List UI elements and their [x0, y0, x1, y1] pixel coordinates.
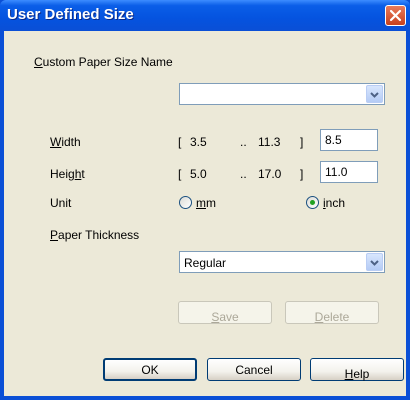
height-min: 5.0	[190, 167, 207, 181]
width-range-sep: ..	[240, 135, 247, 149]
paper-size-name-dropdown-button[interactable]	[366, 85, 383, 103]
height-input[interactable]: 11.0	[320, 161, 378, 183]
radio-selected-dot	[310, 200, 315, 205]
unit-mm-radio[interactable]	[179, 196, 192, 209]
chevron-down-icon	[370, 260, 379, 266]
height-range-close: ]	[300, 167, 304, 181]
paper-thickness-label: Paper Thickness	[50, 228, 140, 242]
close-button[interactable]	[385, 5, 406, 26]
dialog-body: Custom Paper Size Name Width [ 3.5 .. 11…	[4, 31, 406, 396]
height-range-sep: ..	[240, 167, 247, 181]
height-range-open: [	[178, 167, 182, 181]
paper-thickness-value: Regular	[184, 256, 227, 270]
width-min: 3.5	[190, 135, 207, 149]
close-icon	[389, 9, 402, 22]
width-max: 11.3	[258, 135, 281, 149]
dialog-title: User Defined Size	[7, 6, 134, 23]
width-range-close: ]	[300, 135, 304, 149]
cancel-button[interactable]: Cancel	[207, 358, 301, 381]
unit-inch-radio[interactable]	[306, 196, 319, 209]
save-button[interactable]: Save	[178, 301, 272, 324]
title-bar[interactable]: User Defined Size	[0, 0, 410, 31]
paper-thickness-combo[interactable]: Regular	[179, 251, 385, 273]
help-button[interactable]: Help	[310, 358, 404, 381]
paper-size-name-label: Custom Paper Size Name	[34, 55, 173, 69]
width-label: Width	[50, 135, 81, 149]
unit-label: Unit	[50, 196, 72, 210]
ok-button[interactable]: OK	[103, 358, 197, 381]
chevron-down-icon	[370, 92, 379, 98]
unit-inch-label[interactable]: inch	[323, 196, 345, 210]
paper-thickness-dropdown-button[interactable]	[366, 253, 383, 271]
width-range-open: [	[178, 135, 182, 149]
paper-size-name-combo[interactable]	[179, 83, 385, 105]
delete-button[interactable]: Delete	[285, 301, 379, 324]
height-max: 17.0	[258, 167, 282, 181]
unit-mm-label[interactable]: mm	[196, 196, 216, 210]
height-label: Height	[50, 167, 85, 181]
width-input[interactable]: 8.5	[320, 129, 378, 151]
dialog-window: User Defined Size Custom Paper Size Name…	[0, 0, 410, 400]
